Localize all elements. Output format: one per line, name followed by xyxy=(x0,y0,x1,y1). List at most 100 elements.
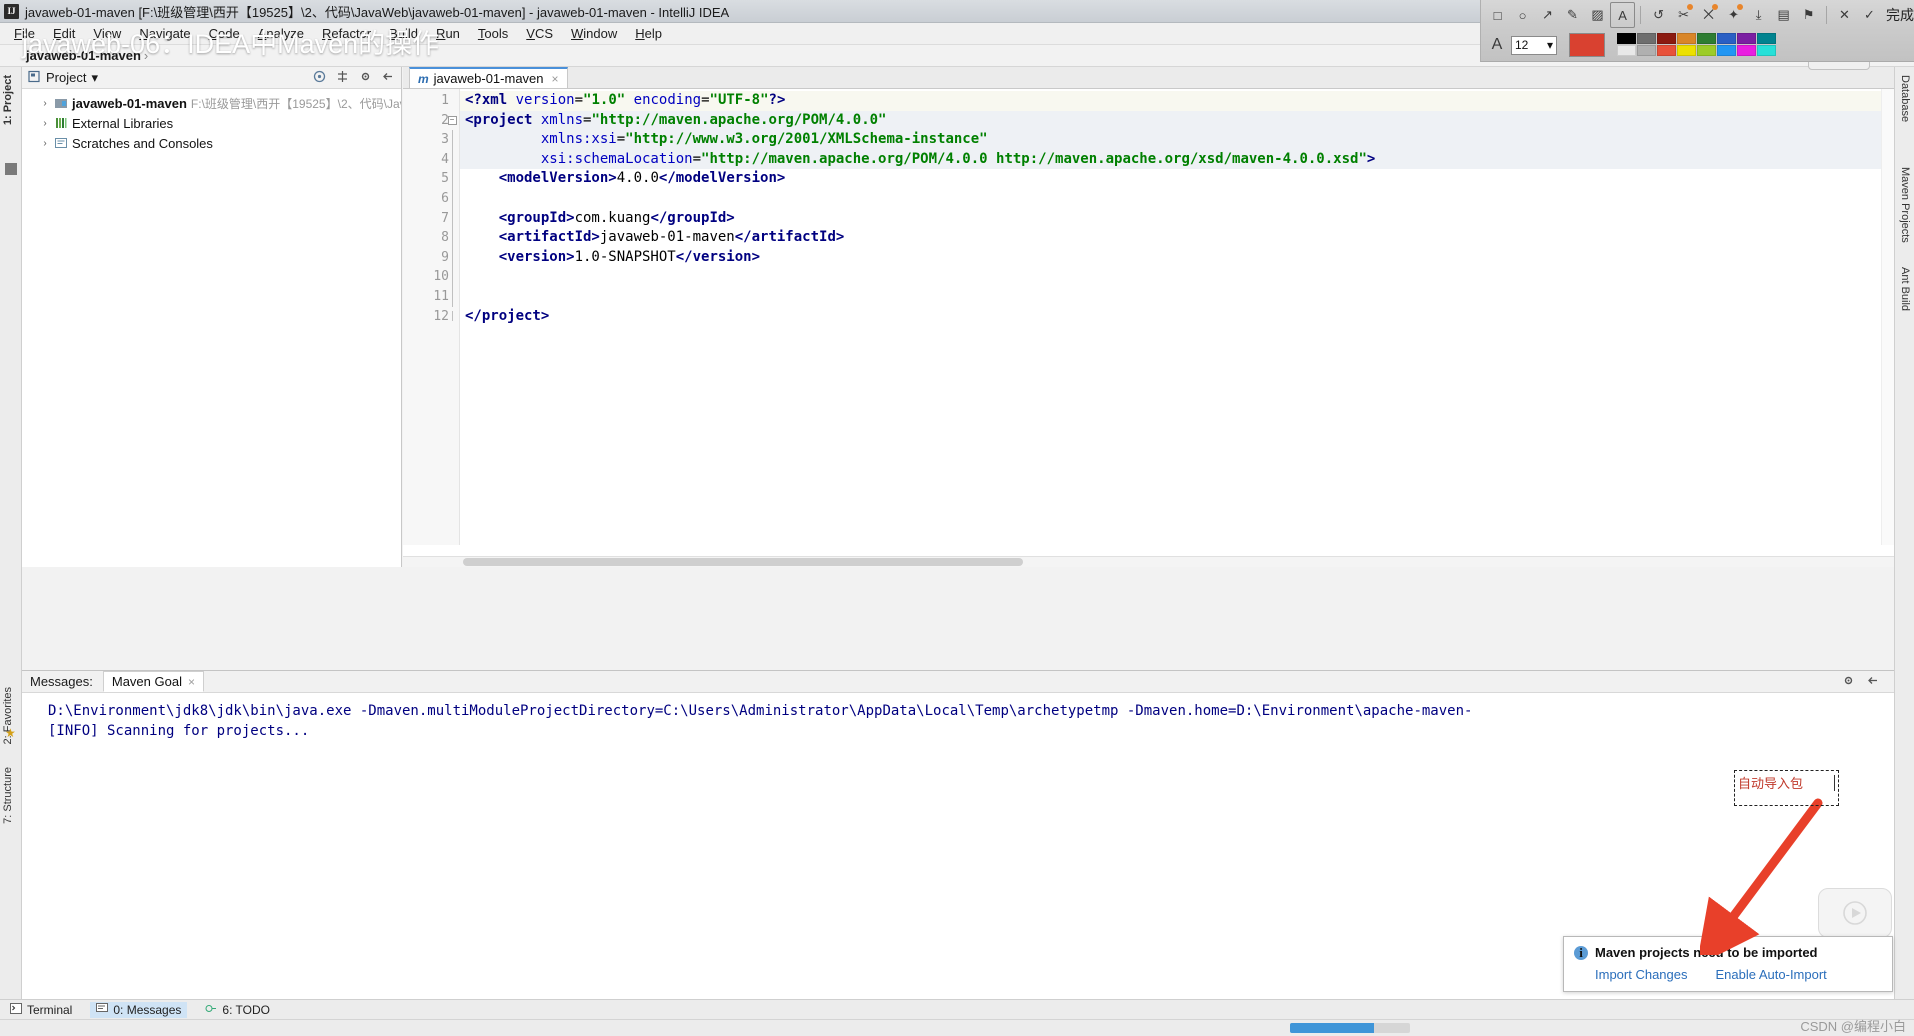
color-swatch[interactable] xyxy=(1697,45,1716,56)
bottom-item-messages[interactable]: 0: Messages xyxy=(90,1001,188,1018)
chevron-right-icon[interactable]: › xyxy=(40,138,50,149)
maven-file-icon: m xyxy=(418,71,429,86)
fold-marker[interactable]: − xyxy=(446,111,458,131)
undo-icon[interactable]: ↺ xyxy=(1646,2,1671,28)
color-swatch[interactable] xyxy=(1757,45,1776,56)
gear-icon[interactable] xyxy=(1842,674,1855,690)
code-line[interactable] xyxy=(460,287,1894,307)
annotation-style-row: A 12 ▾ xyxy=(1481,30,1914,60)
chevron-right-icon[interactable]: › xyxy=(40,98,50,109)
download-icon[interactable]: ⤓ xyxy=(1746,2,1771,28)
color-swatch[interactable] xyxy=(1617,45,1636,56)
sidebar-item-maven-projects[interactable]: Maven Projects xyxy=(1899,167,1911,243)
left-tool-strip: 1: Project 2: Favorites 7: Structure ★ xyxy=(0,67,22,1019)
cut-icon[interactable]: ✂ xyxy=(1671,2,1696,28)
confirm-icon[interactable]: ✓ xyxy=(1857,2,1882,28)
rectangle-icon[interactable]: □ xyxy=(1485,2,1510,28)
tree-node-external-libraries[interactable]: › External Libraries xyxy=(22,113,401,133)
color-swatch[interactable] xyxy=(1657,45,1676,56)
intellij-logo-icon: IJ xyxy=(4,3,19,19)
sidebar-item-structure[interactable]: 7: Structure xyxy=(2,767,14,824)
csdn-watermark: CSDN @编程小白 xyxy=(1800,1019,1906,1034)
menu-item-tools[interactable]: Tools xyxy=(469,24,517,43)
close-icon[interactable]: ✕ xyxy=(1832,2,1857,28)
arrow-icon[interactable]: ↗ xyxy=(1535,2,1560,28)
tree-node-scratches-and-consoles[interactable]: › Scratches and Consoles xyxy=(22,133,401,153)
text-icon[interactable]: A xyxy=(1610,2,1636,28)
sidebar-item-project[interactable]: 1: Project xyxy=(2,75,14,125)
color-swatch[interactable] xyxy=(1737,45,1756,56)
ellipse-icon[interactable]: ○ xyxy=(1510,2,1535,28)
color-swatch[interactable] xyxy=(1717,33,1736,44)
messages-icon xyxy=(96,1002,109,1017)
menu-item-vcs[interactable]: VCS xyxy=(517,24,562,43)
import-changes-link[interactable]: Import Changes xyxy=(1595,967,1688,982)
sidebar-item-database[interactable]: Database xyxy=(1899,75,1911,122)
annotation-arrow-icon xyxy=(1696,795,1830,966)
code-line[interactable]: <version>1.0-SNAPSHOT</version> xyxy=(460,248,1894,268)
editor-marker-bar[interactable] xyxy=(1881,89,1894,545)
enable-auto-import-link[interactable]: Enable Auto-Import xyxy=(1716,967,1827,982)
color-swatch[interactable] xyxy=(1737,33,1756,44)
gear-icon[interactable] xyxy=(359,70,372,86)
close-icon[interactable]: × xyxy=(552,72,559,86)
fold-marker xyxy=(446,267,458,287)
code-line[interactable]: <artifactId>javaweb-01-maven</artifactId… xyxy=(460,228,1894,248)
pencil-icon[interactable]: ✎ xyxy=(1560,2,1585,28)
toolbar-separator xyxy=(1640,6,1642,24)
hide-panel-icon[interactable] xyxy=(1867,674,1880,690)
fold-marker xyxy=(446,286,458,307)
sidebar-item-ant-build[interactable]: Ant Build xyxy=(1899,267,1911,311)
code-line[interactable]: xmlns:xsi="http://www.w3.org/2001/XMLSch… xyxy=(460,130,1894,150)
annotation-done-button[interactable]: 完成 xyxy=(1882,5,1914,25)
info-icon: i xyxy=(1574,945,1588,960)
code-line[interactable]: <?xml version="1.0" encoding="UTF-8"?> xyxy=(460,91,1894,111)
bookmark-icon[interactable]: ⚑ xyxy=(1796,2,1821,28)
code-line[interactable]: <groupId>com.kuang</groupId> xyxy=(460,209,1894,229)
target-icon[interactable] xyxy=(313,70,326,86)
code-editor[interactable]: 1 2 3 4 5 6 7 8 9 10 11 12 − <?xml version="1.0" en… xyxy=(403,89,1894,545)
mosaic-icon[interactable]: ▨ xyxy=(1585,2,1610,28)
bottom-item-todo[interactable]: 6: TODO xyxy=(205,1003,270,1017)
color-swatch[interactable] xyxy=(1757,33,1776,44)
menu-item-help[interactable]: Help xyxy=(626,24,671,43)
bottom-item-terminal[interactable]: Terminal xyxy=(10,1002,72,1017)
code-line[interactable]: xsi:schemaLocation="http://maven.apache.… xyxy=(460,149,1894,170)
editor-tab-label: javaweb-01-maven xyxy=(433,71,544,86)
save-icon[interactable]: ▤ xyxy=(1771,2,1796,28)
annotation-toolbar: □ ○ ↗ ✎ ▨ A ↺ ✂ ⨉ ✦ ⤓ ▤ ⚑ ✕ ✓ 完成 A 12 ▾ xyxy=(1480,0,1914,62)
tree-node-javaweb-01-maven[interactable]: › javaweb-01-maven F:\班级管理\西开【19525】\2、代码\… xyxy=(22,93,401,113)
chevron-down-icon[interactable]: ▾ xyxy=(91,70,98,86)
color-swatch[interactable] xyxy=(1657,33,1676,44)
menu-item-window[interactable]: Window xyxy=(562,24,626,43)
code-line[interactable] xyxy=(460,189,1894,209)
editor-horizontal-scrollbar[interactable] xyxy=(403,556,1894,567)
fold-marker xyxy=(446,91,458,111)
color-swatch[interactable] xyxy=(1637,33,1656,44)
pin-icon[interactable]: ✦ xyxy=(1721,2,1746,28)
current-color-swatch[interactable] xyxy=(1569,33,1605,57)
color-swatch[interactable] xyxy=(1637,45,1656,56)
color-swatch[interactable] xyxy=(1697,33,1716,44)
font-size-select[interactable]: 12 ▾ xyxy=(1511,35,1557,55)
ocr-icon[interactable]: ⨉ xyxy=(1696,2,1721,28)
color-swatch[interactable] xyxy=(1677,33,1696,44)
messages-tab-maven-goal[interactable]: Maven Goal × xyxy=(102,671,204,692)
color-swatch[interactable] xyxy=(1677,45,1696,56)
color-swatch[interactable] xyxy=(1717,45,1736,56)
hide-panel-icon[interactable] xyxy=(382,70,395,86)
chevron-right-icon[interactable]: › xyxy=(40,118,50,129)
collapse-all-icon[interactable] xyxy=(336,70,349,86)
code-fold-column[interactable]: − xyxy=(446,91,458,326)
code-line[interactable]: <modelVersion>4.0.0</modelVersion> xyxy=(460,169,1894,189)
fold-marker xyxy=(446,208,458,229)
project-panel-header: Project ▾ xyxy=(22,67,401,89)
code-line[interactable]: </project> xyxy=(460,307,1894,327)
code-line[interactable] xyxy=(460,267,1894,287)
editor-tab-pom[interactable]: m javaweb-01-maven × xyxy=(409,67,568,88)
color-palette[interactable] xyxy=(1617,33,1777,57)
color-swatch[interactable] xyxy=(1617,33,1636,44)
code-content[interactable]: <?xml version="1.0" encoding="UTF-8"?> <p… xyxy=(460,89,1894,545)
code-line[interactable]: <project xmlns="http://maven.apache.org/… xyxy=(460,110,1894,131)
close-icon[interactable]: × xyxy=(188,675,195,689)
